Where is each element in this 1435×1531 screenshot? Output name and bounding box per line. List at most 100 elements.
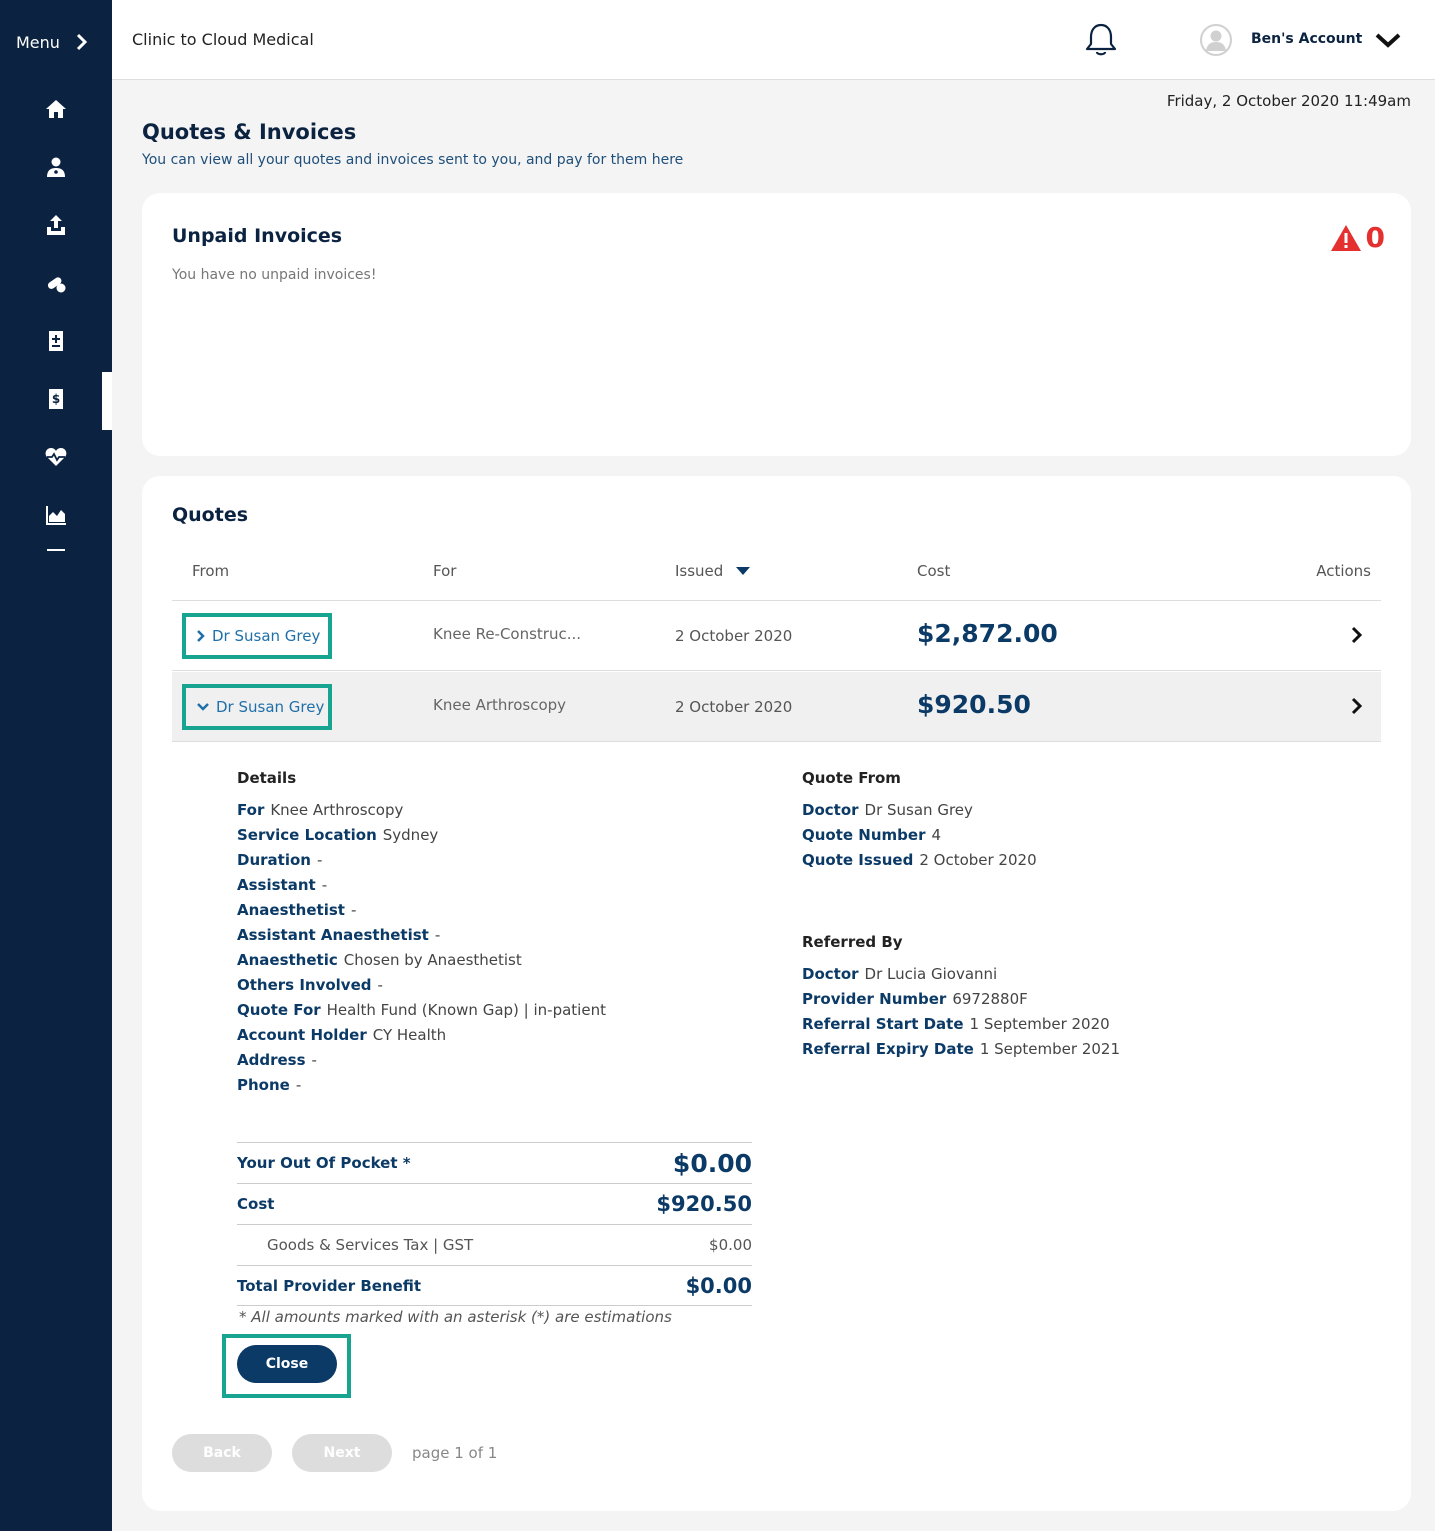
quote-from-section: Quote From Doctor Dr Susan Grey Quote Num… [802,769,1037,876]
sort-down-icon [736,567,751,575]
chart-icon [46,506,66,525]
details-heading: Details [237,769,297,787]
quote-cost: $920.50 [917,690,1031,719]
unpaid-invoices-card: Unpaid Invoices You have no unpaid invoi… [142,193,1411,456]
doctor-icon [47,157,65,177]
detail-assistant-anaesthetist: Assistant Anaesthetist - [237,926,441,944]
quote-issued: 2 October 2020 [675,698,793,716]
invoice-icon: $ [49,389,63,409]
quote-details: Details For Knee Arthroscopy Service Loca… [237,769,606,1101]
heart-rate-icon [45,448,67,466]
quote-collapse-toggle[interactable]: Dr Susan Grey [182,684,332,730]
unpaid-count: 0 [1365,221,1385,254]
estimation-note: * All amounts marked with an asterisk (*… [239,1308,672,1326]
column-header-actions: Actions [1316,562,1371,580]
current-datetime: Friday, 2 October 2020 11:49am [1166,92,1411,110]
detail-anaesthetist: Anaesthetist - [237,901,357,919]
referral-start-date: Referral Start Date 1 September 2020 [802,1015,1110,1033]
detail-account-holder: Account Holder CY Health [237,1026,447,1044]
nav-upload[interactable] [0,205,112,245]
menu-label: Menu [16,32,60,52]
detail-anaesthetic: Anaesthetic Chosen by Anaesthetist [237,951,522,969]
warning-icon [1330,224,1361,251]
column-header-issued-label: Issued [675,562,724,580]
detail-assistant: Assistant - [237,876,328,894]
quote-for: Knee Re-Construc... [433,625,582,643]
page-subtitle: You can view all your quotes and invoice… [142,152,684,168]
cost-summary: Your Out Of Pocket * $0.00 Cost $920.50 … [237,1142,752,1306]
detail-address: Address - [237,1051,317,1069]
quote-from-heading: Quote From [802,769,901,787]
chevron-right-icon [76,33,88,51]
quote-cost: $2,872.00 [917,619,1058,648]
page-indicator: page 1 of 1 [412,1444,498,1462]
quotes-card: Quotes From For Issued Cost Actions Dr S… [142,476,1411,1511]
chevron-down-icon [197,703,209,711]
sidebar: Menu $ [0,0,112,1531]
provider-benefit-value: $0.00 [685,1273,752,1298]
pills-icon [47,277,66,293]
detail-quote-for: Quote For Health Fund (Known Gap) | in-pa… [237,1001,606,1019]
top-header: Clinic to Cloud Medical Ben's Account [112,0,1435,80]
quote-issued-date: Quote Issued 2 October 2020 [802,851,1037,869]
chevron-right-icon[interactable] [1345,694,1369,718]
quote-for: Knee Arthroscopy [433,696,567,714]
account-name[interactable]: Ben's Account [1251,31,1362,47]
nav-home[interactable] [0,89,112,129]
quote-number: Quote Number 4 [802,826,942,844]
menu-toggle[interactable]: Menu [16,28,88,56]
column-header-for: For [433,562,457,580]
cost-value: $920.50 [656,1192,752,1216]
page-title: Quotes & Invoices [142,120,357,144]
cost-label: Cost [237,1195,275,1213]
detail-others-involved: Others Involved - [237,976,383,994]
column-header-cost: Cost [917,562,951,580]
out-of-pocket-row: Your Out Of Pocket * $0.00 [237,1142,752,1183]
referred-by-section: Referred By Doctor Dr Lucia Giovanni Prov… [802,933,1120,1065]
chevron-right-icon [197,630,205,642]
gst-label: Goods & Services Tax | GST [267,1236,474,1254]
detail-for: For Knee Arthroscopy [237,801,404,819]
quote-row-expanded: Dr Susan Grey Knee Arthroscopy 2 October… [172,672,1381,742]
notification-bell-icon[interactable] [1084,22,1118,58]
column-header-issued[interactable]: Issued [675,562,751,580]
nav-invoices[interactable]: $ [0,379,112,419]
referred-by-heading: Referred By [802,933,903,951]
quote-expand-toggle[interactable]: Dr Susan Grey [182,613,332,659]
gst-value: $0.00 [709,1236,752,1254]
upload-icon [47,215,65,235]
home-icon [46,100,66,118]
provider-number: Provider Number 6972880F [802,990,1028,1008]
unpaid-invoices-title: Unpaid Invoices [172,225,343,247]
unpaid-alert: 0 [1330,221,1385,254]
out-of-pocket-label: Your Out Of Pocket * [237,1154,411,1172]
quote-row: Dr Susan Grey Knee Re-Construc... 2 Octo… [172,601,1381,671]
avatar-icon[interactable] [1200,24,1232,56]
detail-duration: Duration - [237,851,323,869]
gst-row: Goods & Services Tax | GST $0.00 [237,1224,752,1265]
detail-phone: Phone - [237,1076,302,1094]
quote-issued: 2 October 2020 [675,627,793,645]
nav-divider [47,549,65,551]
back-button[interactable]: Back [172,1434,272,1472]
column-header-from: From [192,562,230,580]
nav-doctors[interactable] [0,147,112,187]
nav-analytics[interactable] [0,495,112,535]
close-button[interactable]: Close [237,1345,337,1383]
nav-medications[interactable] [0,263,112,303]
referral-expiry-date: Referral Expiry Date 1 September 2021 [802,1040,1120,1058]
quotes-title: Quotes [172,504,249,526]
next-button[interactable]: Next [292,1434,392,1472]
nav-records[interactable] [0,321,112,361]
quote-from: Dr Susan Grey [216,698,325,716]
chevron-down-icon[interactable] [1374,30,1402,50]
svg-text:$: $ [52,392,60,406]
clinic-name: Clinic to Cloud Medical [132,30,314,49]
provider-benefit-label: Total Provider Benefit [237,1276,422,1295]
provider-benefit-row: Total Provider Benefit $0.00 [237,1265,752,1306]
nav-health[interactable] [0,437,112,477]
out-of-pocket-value: $0.00 [672,1148,752,1178]
referral-doctor: Doctor Dr Lucia Giovanni [802,965,998,983]
chevron-right-icon[interactable] [1345,623,1369,647]
detail-service-location: Service Location Sydney [237,826,439,844]
